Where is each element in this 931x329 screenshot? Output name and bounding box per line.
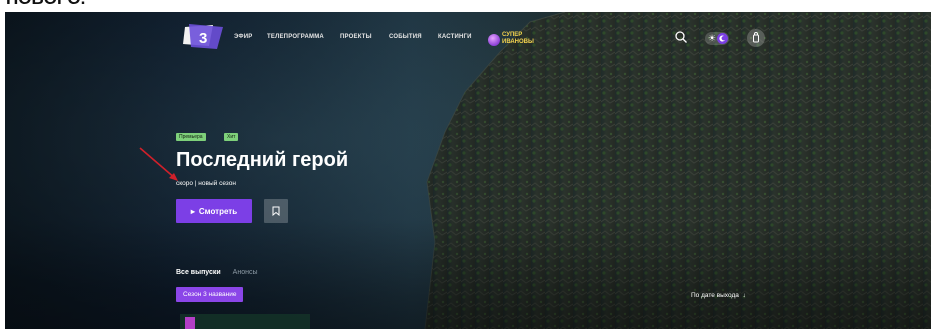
theme-toggle[interactable]: ☀	[705, 32, 729, 45]
hero-frame: 3 ЭФИР ТЕЛЕПРОГРАММА ПРОЕКТЫ СОБЫТИЯ КАС…	[5, 12, 931, 329]
badge-premiere: Премьера	[176, 133, 206, 141]
caption-text: HOBOFO.	[6, 0, 85, 9]
promo-line1: СУПЕР	[502, 32, 523, 38]
sun-icon: ☀	[708, 33, 717, 43]
nav-item-sobytiya[interactable]: СОБЫТИЯ	[389, 34, 422, 40]
top-navigation: 3 ЭФИР ТЕЛЕПРОГРАММА ПРОЕКТЫ СОБЫТИЯ КАС…	[5, 12, 931, 52]
arrow-down-icon: ↓	[740, 292, 746, 299]
episode-tabs: Все выпуски Анонсы	[176, 269, 268, 276]
caption-fragment: HOBOFO.	[0, 0, 931, 12]
nav-item-kastingi[interactable]: КАСТИНГИ	[438, 34, 472, 40]
tab-announcements[interactable]: Анонсы	[233, 269, 258, 276]
tab-all-episodes[interactable]: Все выпуски	[176, 269, 221, 276]
logo-text: 3	[199, 30, 207, 47]
watch-button[interactable]: ▸ Смотреть	[176, 199, 252, 223]
badge-hit: Хит	[224, 133, 239, 141]
sort-label: По дате выхода	[691, 292, 739, 299]
user-icon	[753, 32, 759, 43]
bookmark-icon	[272, 206, 280, 216]
promo-line2: ИВАНОВЫ	[502, 39, 534, 45]
sort-by-date[interactable]: По дате выхода ↓	[691, 292, 746, 299]
show-title: Последний герой	[176, 149, 349, 171]
promo-ball-icon	[488, 34, 500, 46]
nav-item-efir[interactable]: ЭФИР	[234, 34, 252, 40]
super-ivanovy-promo[interactable]: СУПЕР ИВАНОВЫ	[488, 29, 534, 51]
user-account-button[interactable]	[747, 29, 765, 47]
play-icon: ▸	[190, 206, 195, 216]
moon-icon	[717, 33, 728, 44]
watch-label: Смотреть	[198, 206, 238, 216]
annotation-arrow	[139, 147, 178, 181]
search-icon[interactable]	[674, 30, 688, 44]
show-subtitle: скоро | новый сезон	[176, 180, 236, 187]
bookmark-button[interactable]	[264, 199, 288, 223]
nav-item-proekty[interactable]: ПРОЕКТЫ	[340, 34, 372, 40]
episode-thumbnail	[185, 317, 195, 329]
nav-item-teleprogramma[interactable]: ТЕЛЕПРОГРАММА	[267, 34, 324, 40]
episode-card[interactable]	[180, 314, 310, 329]
season-selector[interactable]: Сезон 3 название	[176, 287, 244, 302]
channel-logo[interactable]: 3	[183, 24, 227, 50]
